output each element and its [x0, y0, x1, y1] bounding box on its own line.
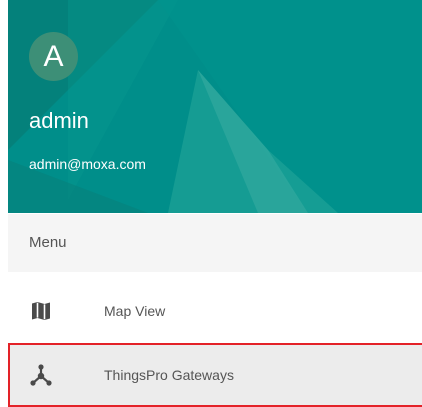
header-background — [8, 0, 422, 213]
user-name: admin — [29, 108, 89, 133]
user-email: admin@moxa.com — [29, 156, 146, 172]
menu-item-label: Map View — [104, 303, 166, 319]
menu-item-thingspro-gateways[interactable]: ThingsPro Gateways — [8, 343, 422, 407]
avatar[interactable]: A — [29, 32, 78, 81]
menu-subheader: Menu — [8, 214, 422, 272]
gateway-hub-icon — [30, 364, 52, 386]
menu-item-label: ThingsPro Gateways — [104, 367, 234, 383]
navigation-drawer: A admin admin@moxa.com Menu Map View Thi… — [8, 0, 422, 407]
map-icon — [32, 302, 50, 320]
menu-item-map-view[interactable]: Map View — [8, 279, 422, 343]
user-header: A admin admin@moxa.com — [8, 0, 422, 213]
